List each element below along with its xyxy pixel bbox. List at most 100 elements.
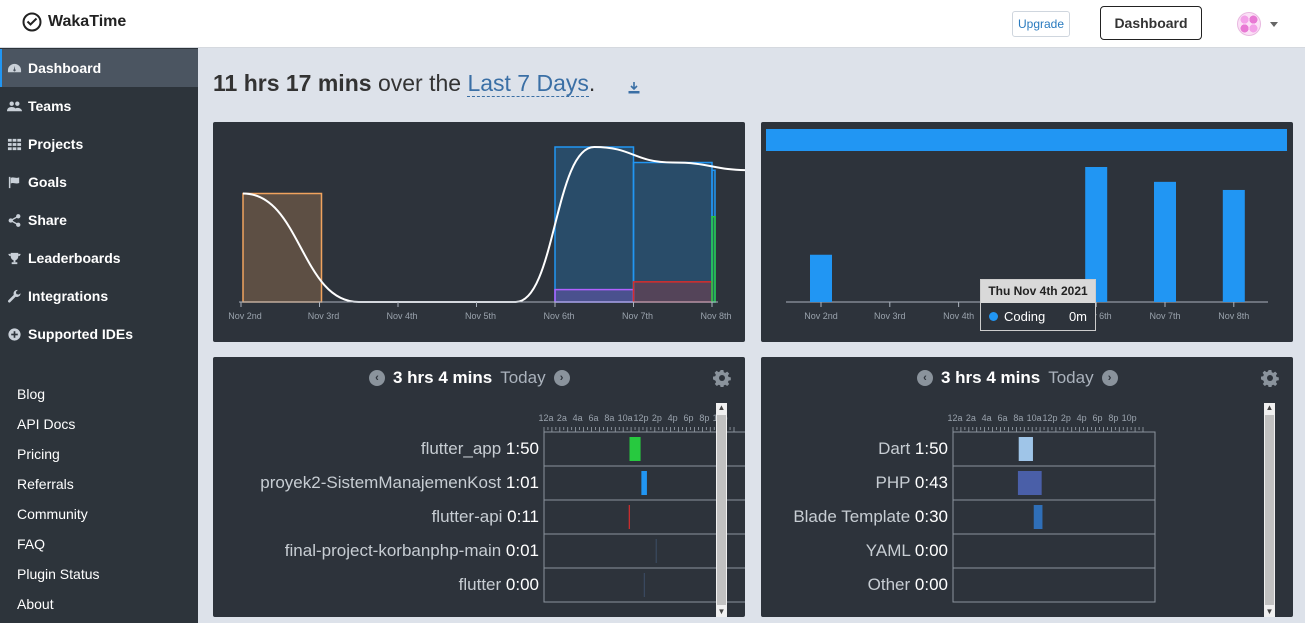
hour-label: 6a (997, 413, 1007, 423)
hour-label: 6p (1092, 413, 1102, 423)
languages-timeline: 12a 2a 4a 6a 8a 10a 12p 2p 4p 6p 8p 10p (947, 413, 1156, 603)
scroll-up-icon[interactable]: ▲ (717, 403, 726, 413)
languages-scrollbar[interactable]: ▲ ▼ (1264, 403, 1275, 617)
tooltip-series-value: 0m (1068, 309, 1087, 324)
hour-label: 4a (573, 413, 583, 423)
timeline-row-time: 0:01 (501, 541, 539, 560)
projects-scrollbar[interactable]: ▲ ▼ (716, 403, 727, 617)
brand[interactable]: WakaTime (22, 12, 126, 32)
sidebar-item-supported-ides[interactable]: Supported IDEs (0, 315, 198, 353)
sidebar-link-about[interactable]: About (17, 596, 54, 612)
hour-label: 2a (557, 413, 567, 423)
activity-block (641, 471, 647, 495)
timeline-row (952, 533, 1156, 569)
scroll-down-icon[interactable]: ▼ (1265, 607, 1274, 617)
download-icon[interactable] (628, 81, 640, 94)
timeline-row-name[interactable]: Blade Template (793, 507, 910, 526)
x-tick-label: Nov 5th (465, 311, 496, 321)
timeline-row-name[interactable]: Dart (878, 439, 910, 458)
scroll-up-icon[interactable]: ▲ (1265, 403, 1274, 413)
x-tick-label: Nov 7th (1149, 311, 1180, 321)
timeline-row-label: flutter 0:00 (459, 575, 539, 595)
timeline-row-name[interactable]: flutter_app (421, 439, 501, 458)
sidebar-link-faq[interactable]: FAQ (17, 536, 45, 552)
timeline-row-name[interactable]: YAML (866, 541, 910, 560)
timeline-row (543, 533, 745, 569)
activity-block (1033, 505, 1043, 529)
hour-label: 2p (652, 413, 662, 423)
upgrade-button[interactable]: Upgrade (1012, 11, 1070, 37)
area-segment (632, 161, 713, 303)
sidebar-item-teams[interactable]: Teams (0, 87, 198, 125)
x-tick-label: Nov 3rd (874, 311, 906, 321)
sidebar-item-projects[interactable]: Projects (0, 125, 198, 163)
sidebar-item-share[interactable]: Share (0, 201, 198, 239)
timeline-row (952, 465, 1156, 501)
x-tick-label: Nov 4th (386, 311, 417, 321)
timeline-row-name[interactable]: flutter (459, 575, 502, 594)
timeline-row-name[interactable]: PHP (876, 473, 911, 492)
trophy-icon (8, 252, 21, 264)
sidebar-link-api-docs[interactable]: API Docs (17, 416, 75, 432)
hour-label: 6p (683, 413, 693, 423)
area-chart-marks (242, 146, 716, 303)
hour-label: 12a (538, 413, 553, 423)
sidebar-item-label: Integrations (28, 288, 109, 304)
sidebar-item-leaderboards[interactable]: Leaderboards (0, 239, 198, 277)
timeline-row-label: proyek2-SistemManajemenKost 1:01 (260, 473, 539, 493)
timeline-row-name[interactable]: flutter-api (432, 507, 503, 526)
sidebar-link-community[interactable]: Community (17, 506, 88, 522)
chevron-down-icon[interactable] (1270, 22, 1278, 27)
x-tick-label: Nov 6th (543, 311, 574, 321)
sidebar-link-plugin-status[interactable]: Plugin Status (17, 566, 100, 582)
area-segment (632, 281, 713, 303)
total-time: 11 hrs 17 mins (213, 70, 372, 96)
timeline-row-label: Blade Template 0:30 (793, 507, 948, 527)
hour-label: 10a (1027, 413, 1042, 423)
tooltip-title: Thu Nov 4th 2021 (981, 280, 1095, 303)
scrollbar-thumb[interactable] (1265, 415, 1274, 605)
scrollbar-thumb[interactable] (717, 415, 726, 605)
timeline-row-name[interactable]: proyek2-SistemManajemenKost (260, 473, 501, 492)
area-segment (554, 288, 635, 303)
x-tick-label: Nov 8th (700, 311, 731, 321)
date-range-selector[interactable]: Last 7 Days (467, 70, 589, 97)
sidebar-item-label: Projects (28, 136, 84, 152)
activity-block (643, 573, 645, 597)
sidebar-item-goals[interactable]: Goals (0, 163, 198, 201)
x-tick-label: Nov 2nd (228, 311, 262, 321)
timeline-row-name[interactable]: final-project-korbanphp-main (285, 541, 501, 560)
activity-block (1017, 471, 1042, 495)
hour-label: 12a (947, 413, 962, 423)
activity-block (629, 437, 641, 461)
timeline-row-time: 1:01 (501, 473, 539, 492)
sidebar-item-label: Dashboard (28, 60, 102, 76)
hour-label: 8p (699, 413, 709, 423)
activity-area-chart: Nov 2nd Nov 3rd Nov 4th Nov 5th Nov 6th Nov 7… (228, 145, 752, 321)
summary-period: . (588, 70, 596, 96)
hour-label: 4p (668, 413, 678, 423)
timeline-row-time: 0:43 (910, 473, 948, 492)
area-segment (554, 146, 635, 303)
x-tick-label: Nov 8th (1218, 311, 1249, 321)
timeline-row-label: final-project-korbanphp-main 0:01 (285, 541, 539, 561)
dashboard-button[interactable]: Dashboard (1100, 6, 1202, 40)
activity-block (628, 505, 630, 529)
sidebar-link-pricing[interactable]: Pricing (17, 446, 60, 462)
sidebar-item-integrations[interactable]: Integrations (0, 277, 198, 315)
scroll-down-icon[interactable]: ▼ (717, 607, 726, 617)
timeline-row-time: 0:00 (501, 575, 539, 594)
timeline-row (543, 431, 745, 467)
hour-label: 8p (1108, 413, 1118, 423)
hour-label: 12p (633, 413, 648, 423)
tooltip-series-dot (989, 312, 998, 321)
timeline-row-time: 0:30 (910, 507, 948, 526)
sidebar-link-blog[interactable]: Blog (17, 386, 45, 402)
sidebar-item-dashboard[interactable]: Dashboard (0, 49, 198, 87)
bar (1222, 189, 1245, 302)
avatar[interactable] (1237, 12, 1261, 36)
sidebar-link-referrals[interactable]: Referrals (17, 476, 74, 492)
timeline-row-label: flutter-api 0:11 (432, 507, 539, 527)
timeline-row-name[interactable]: Other (868, 575, 911, 594)
hour-label: 10p (1122, 413, 1137, 423)
